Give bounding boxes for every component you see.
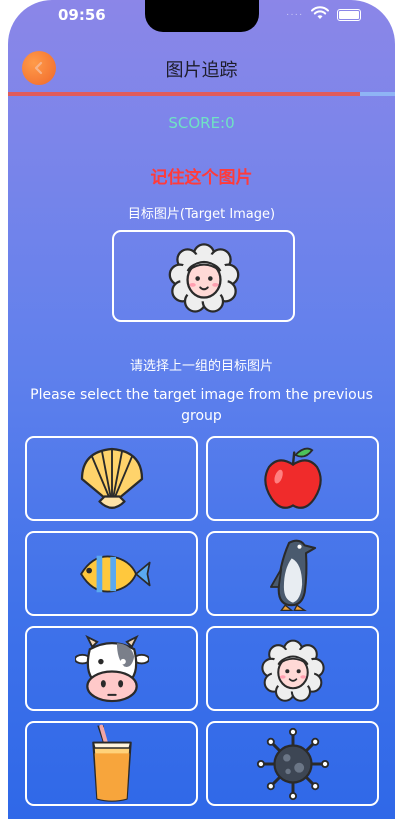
prompt-english: Please select the target image from the … — [30, 387, 373, 424]
seashell-icon — [80, 447, 143, 509]
progress-bar — [8, 92, 395, 96]
remember-instruction: 记住这个图片 — [150, 168, 253, 188]
fish-icon — [79, 555, 151, 592]
option-juice[interactable] — [25, 721, 198, 806]
status-time: 09:56 — [58, 6, 106, 24]
option-cow[interactable] — [25, 626, 198, 711]
cow-icon — [74, 634, 149, 702]
prompt-chinese: 请选择上一组的目标图片 — [129, 359, 273, 374]
option-penguin[interactable] — [206, 531, 379, 616]
page-title: 图片追踪 — [165, 60, 238, 81]
score-label: SCORE:0 — [168, 114, 235, 132]
camera-notch — [145, 0, 259, 32]
target-image-card — [112, 230, 295, 322]
option-apple[interactable] — [206, 436, 379, 521]
virus-icon — [256, 727, 329, 800]
app-screen: 09:56 ···· 图片追踪 SCORE:0 记住这个图片 目标图片(Targ… — [8, 0, 395, 819]
signal-icon: ···· — [286, 9, 304, 20]
option-virus[interactable] — [206, 721, 379, 806]
target-image-label: 目标图片(Target Image) — [127, 207, 276, 222]
progress-fill — [8, 92, 361, 96]
penguin-icon — [269, 539, 316, 611]
wifi-icon — [311, 6, 329, 19]
status-bar: 09:56 ···· — [8, 0, 395, 34]
option-fish[interactable] — [25, 531, 198, 616]
sheep-icon — [260, 639, 325, 702]
juice-icon — [91, 724, 132, 802]
option-seashell[interactable] — [25, 436, 198, 521]
option-sheep[interactable] — [206, 626, 379, 711]
sheep-icon — [168, 243, 239, 313]
option-grid — [25, 436, 380, 806]
battery-icon — [337, 9, 361, 21]
apple-icon — [263, 447, 322, 509]
